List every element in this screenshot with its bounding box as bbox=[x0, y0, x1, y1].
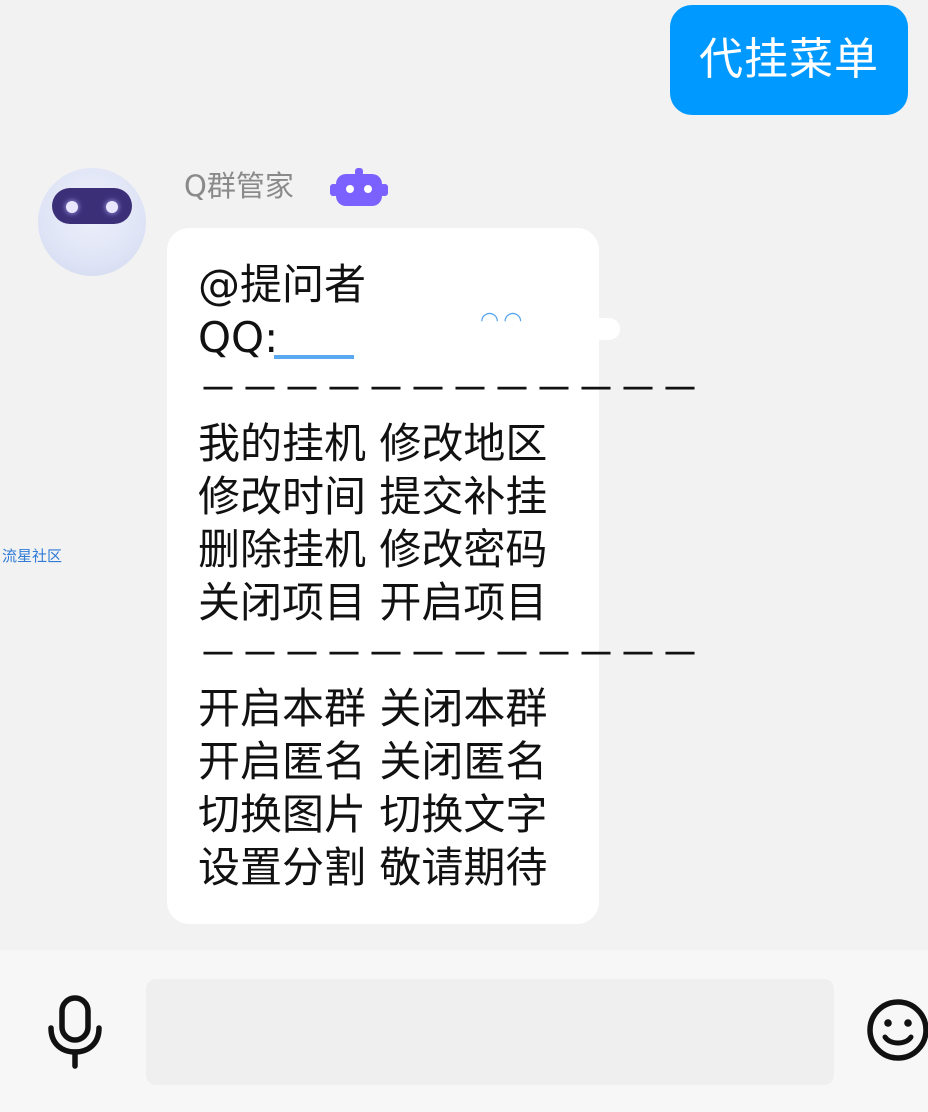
avatar-visor bbox=[52, 188, 132, 224]
message-input[interactable] bbox=[146, 979, 834, 1085]
received-message-text: @提问者 QQ: ◠◠ －－－－－－－－－－－－ 我的挂机 修改地区 修改时间 … bbox=[198, 258, 702, 894]
message-line: @提问者 bbox=[198, 260, 367, 309]
avatar-eye-left bbox=[66, 201, 78, 213]
divider-line: －－－－－－－－－－－－ bbox=[198, 632, 702, 678]
menu-line: 关闭项目 开启项目 bbox=[198, 578, 548, 627]
message-line-qq: QQ: ◠◠ bbox=[198, 308, 620, 364]
divider-line: －－－－－－－－－－－－ bbox=[198, 367, 702, 413]
avatar-eye-right bbox=[106, 201, 118, 213]
redaction-bar bbox=[274, 355, 354, 359]
menu-line: 修改时间 提交补挂 bbox=[198, 472, 548, 521]
qq-label: QQ: bbox=[198, 313, 279, 362]
smiley-icon[interactable] bbox=[862, 992, 928, 1068]
sender-name: Q群管家 bbox=[184, 169, 294, 203]
menu-line: 删除挂机 修改密码 bbox=[198, 525, 548, 574]
menu-line: 我的挂机 修改地区 bbox=[198, 419, 548, 468]
redaction-marks: ◠◠ bbox=[480, 308, 527, 333]
menu-line: 切换图片 切换文字 bbox=[198, 790, 548, 839]
menu-line: 开启本群 关闭本群 bbox=[198, 684, 548, 733]
robot-badge-icon bbox=[330, 168, 388, 206]
robot-avatar[interactable] bbox=[38, 168, 146, 276]
menu-line: 设置分割 敬请期待 bbox=[198, 843, 548, 892]
redaction-blob bbox=[554, 318, 620, 340]
sent-message-bubble[interactable]: 代挂菜单 bbox=[670, 5, 908, 115]
chat-message-area[interactable]: 代挂菜单 Q群管家 @提问者 QQ: ◠◠ －－－－－－－－－－－－ 我的挂机 … bbox=[0, 0, 928, 950]
watermark-label: 流星社区 bbox=[2, 547, 63, 565]
microphone-icon[interactable] bbox=[42, 994, 108, 1070]
menu-line: 开启匿名 关闭匿名 bbox=[198, 737, 548, 786]
